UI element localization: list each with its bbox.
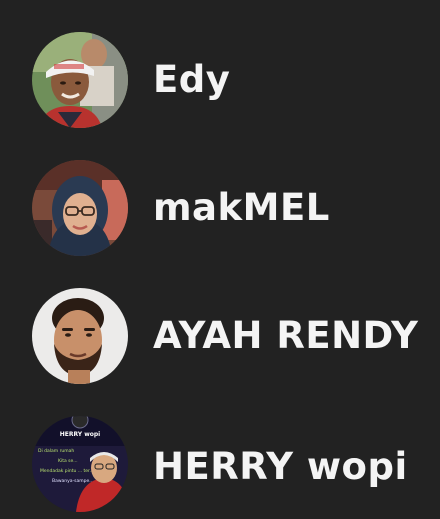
avatar-photo-poster-man: HERRY wopi Di dalam rumah Kita se... Men… bbox=[32, 416, 128, 512]
poster-line: Di dalam rumah bbox=[38, 448, 74, 454]
contact-row-makmel[interactable]: makMEL bbox=[0, 153, 440, 263]
contact-name: Edy bbox=[153, 58, 231, 101]
avatar[interactable]: HERRY wopi Di dalam rumah Kita se... Men… bbox=[32, 416, 128, 512]
poster-line: Mendadak pintu ... ter... bbox=[40, 468, 94, 474]
poster-title: HERRY wopi bbox=[60, 431, 100, 438]
avatar[interactable] bbox=[32, 160, 128, 256]
contact-list: Edy makMEL AYAH RENDY HERRY wopi Di dala… bbox=[0, 0, 440, 512]
contact-row-edy[interactable]: Edy bbox=[0, 25, 440, 135]
contact-name: makMEL bbox=[153, 186, 330, 229]
avatar-photo-woman-hijab bbox=[32, 160, 128, 256]
avatar-photo-bearded-man bbox=[32, 288, 128, 384]
poster-line: Kita se... bbox=[58, 458, 78, 464]
poster-line: Bawanya-sampe... bbox=[52, 478, 94, 484]
avatar-photo-man-white-cap bbox=[32, 32, 128, 128]
contact-row-herry-wopi[interactable]: HERRY wopi Di dalam rumah Kita se... Men… bbox=[0, 409, 440, 519]
contact-name: HERRY wopi bbox=[153, 445, 408, 488]
contact-name: AYAH RENDY bbox=[153, 314, 419, 357]
contact-row-ayah-rendy[interactable]: AYAH RENDY bbox=[0, 281, 440, 391]
avatar[interactable] bbox=[32, 32, 128, 128]
avatar[interactable] bbox=[32, 288, 128, 384]
